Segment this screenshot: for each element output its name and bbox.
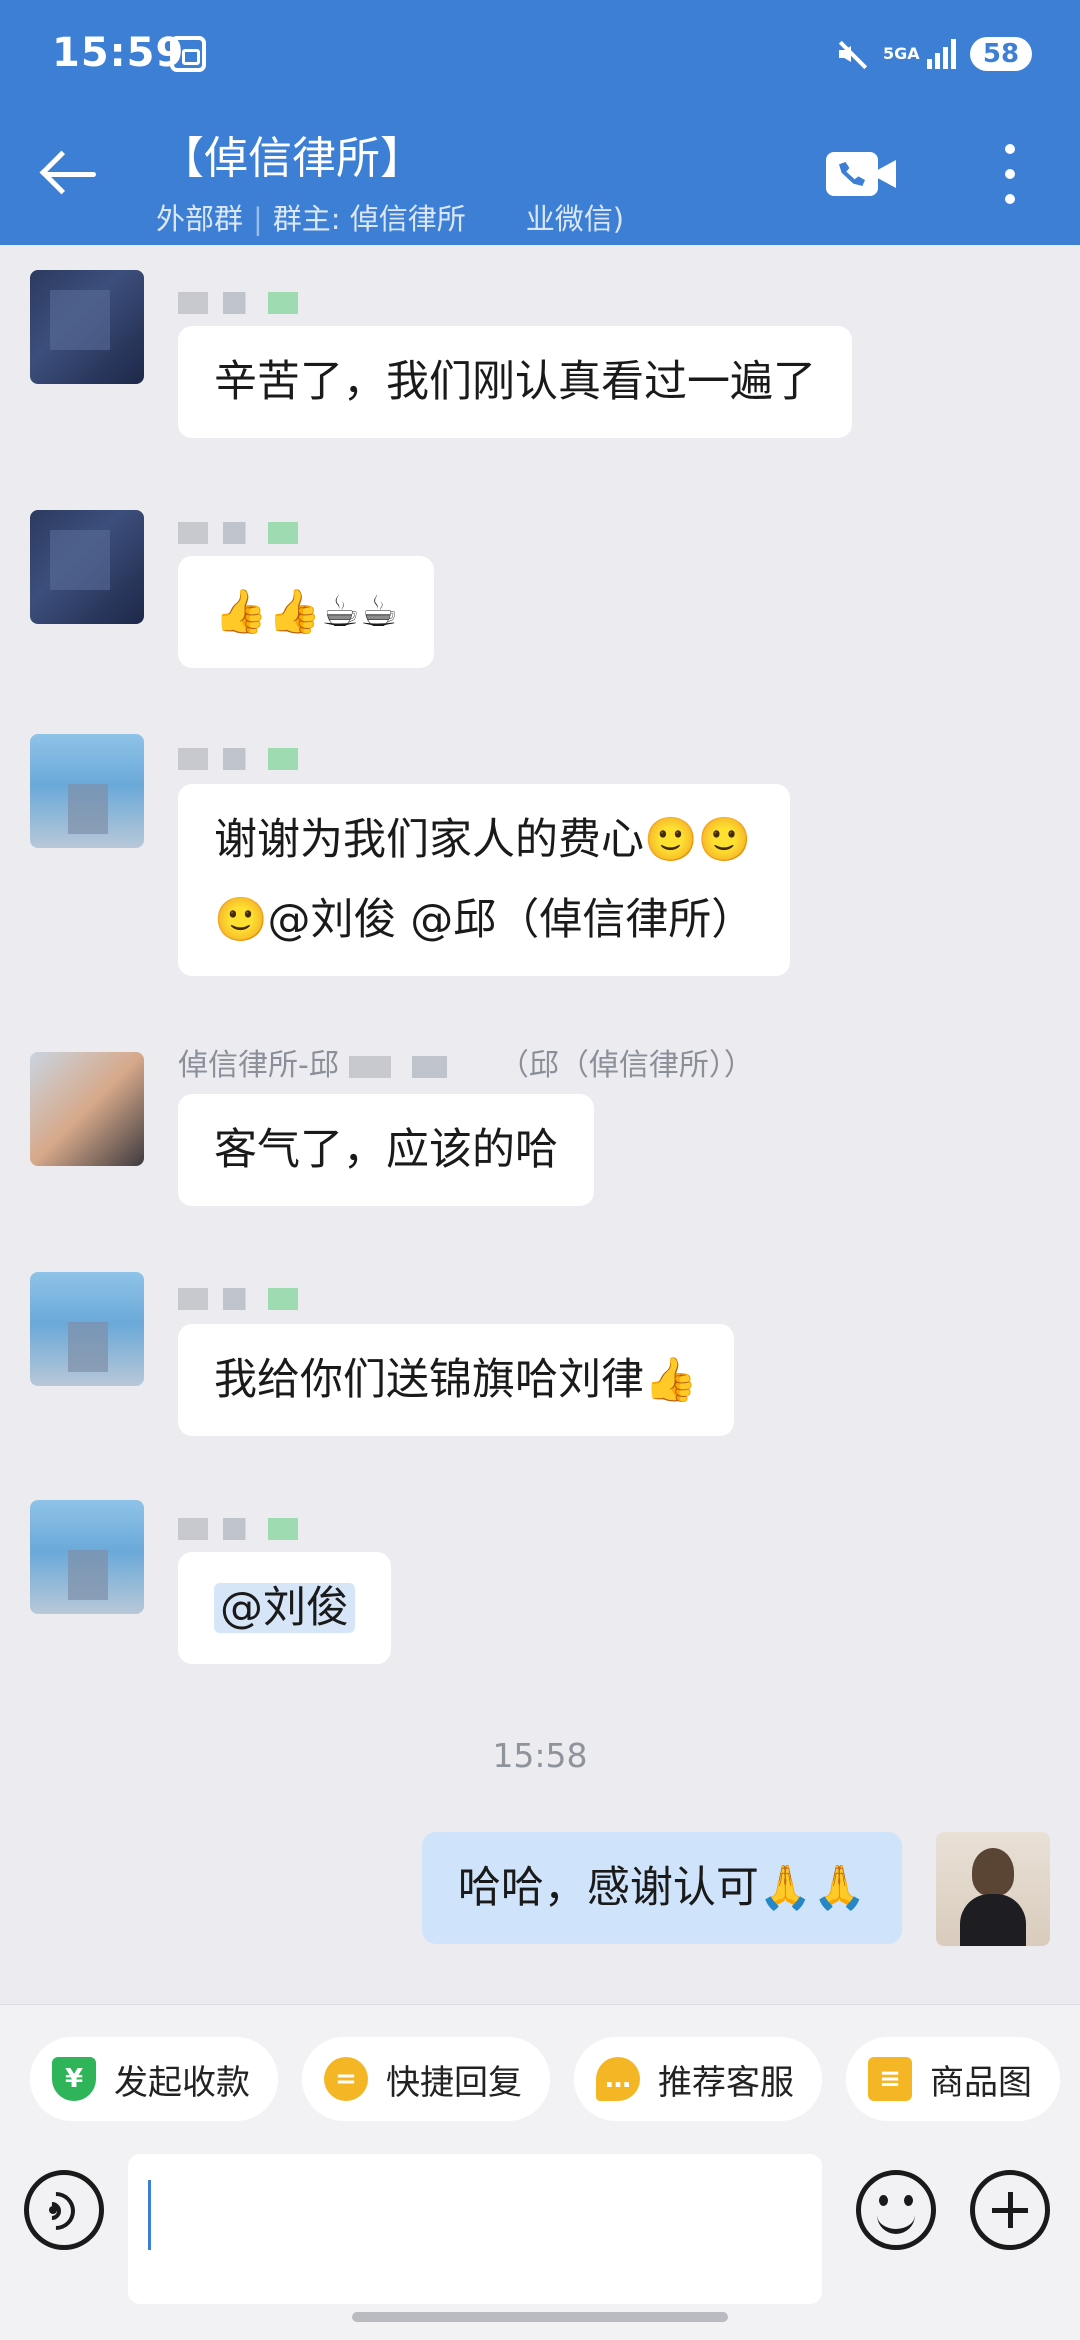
sender-name: 倬信律所-邱 （邱（倬信律所））: [178, 1048, 754, 1083]
quick-action-collect-payment[interactable]: ¥ 发起收款: [30, 2037, 278, 2121]
message-bubble[interactable]: @刘俊: [178, 1552, 391, 1664]
message-bubble[interactable]: 辛苦了，我们刚认真看过一遍了: [178, 326, 852, 438]
message-bubble[interactable]: 我给你们送锦旗哈刘律👍: [178, 1324, 734, 1436]
goods-icon: ≡: [868, 2057, 912, 2101]
quick-actions: ¥ 发起收款 = 快捷回复 … 推荐客服 ≡ 商品图: [30, 2037, 1060, 2121]
quick-action-label: 推荐客服: [658, 2062, 794, 2103]
signal-icon: [927, 39, 956, 69]
mute-icon: [835, 37, 869, 71]
message-bubble[interactable]: 👍👍☕☕: [178, 556, 435, 668]
avatar[interactable]: [30, 510, 144, 624]
voice-input-icon[interactable]: [24, 2170, 104, 2250]
quick-action-label: 商品图: [930, 2062, 1032, 2103]
yen-icon: ¥: [52, 2057, 96, 2101]
battery-indicator: 58: [970, 37, 1032, 71]
quick-action-quick-reply[interactable]: = 快捷回复: [302, 2037, 550, 2121]
quick-action-label: 发起收款: [114, 2062, 250, 2103]
avatar[interactable]: [30, 270, 144, 384]
avatar[interactable]: [30, 1272, 144, 1386]
sender-name: [178, 1280, 328, 1315]
status-bar: 15:59 5GA 58: [0, 0, 1080, 110]
message-line: 🙂@刘俊 @邱（倬信律所）: [214, 895, 755, 945]
quick-action-label: 快捷回复: [386, 2062, 522, 2103]
my-message-bubble[interactable]: 哈哈，感谢认可🙏🙏: [421, 1832, 902, 1944]
group-owner-suffix: 业微信): [525, 202, 625, 236]
avatar[interactable]: [30, 1052, 144, 1166]
network-type: 5GA: [883, 44, 920, 63]
sender-name: [178, 514, 328, 549]
status-time: 15:59: [52, 30, 185, 76]
text-cursor: [148, 2180, 151, 2250]
message-input[interactable]: [128, 2154, 822, 2304]
message-line: 谢谢为我们家人的费心🙂🙂: [214, 815, 752, 865]
group-type-label: 外部群: [156, 202, 244, 236]
my-avatar[interactable]: [936, 1832, 1050, 1946]
time-separator: 15:58: [492, 1736, 588, 1775]
back-arrow-icon[interactable]: [40, 150, 100, 200]
more-options-icon[interactable]: [1000, 144, 1020, 204]
quick-reply-icon: =: [324, 2057, 368, 2101]
chat-title: 【倬信律所】: [160, 133, 424, 184]
emoji-icon[interactable]: [856, 2170, 936, 2250]
avatar[interactable]: [30, 1500, 144, 1614]
sender-name: [178, 1510, 328, 1545]
service-icon: …: [596, 2057, 640, 2101]
add-more-icon[interactable]: [970, 2170, 1050, 2250]
quick-action-goods[interactable]: ≡ 商品图: [846, 2037, 1060, 2121]
group-owner-label: 群主: 倬信律所: [272, 202, 466, 236]
chat-header: 15:59 5GA 58 【倬信律所】 外部群 | 群主: 倬信律所 业微信): [0, 0, 1080, 245]
chat-subtitle: 外部群 | 群主: 倬信律所 业微信): [156, 202, 625, 236]
quick-action-recommend-service[interactable]: … 推荐客服: [574, 2037, 822, 2121]
sender-name: [178, 284, 328, 319]
avatar[interactable]: [30, 734, 144, 848]
screenshot-icon: [170, 36, 206, 72]
message-bubble[interactable]: 谢谢为我们家人的费心🙂🙂 🙂@刘俊 @邱（倬信律所）: [178, 784, 791, 976]
message-bubble[interactable]: 客气了，应该的哈: [178, 1094, 594, 1206]
mention-tag[interactable]: @刘俊: [214, 1583, 355, 1633]
sender-name: [178, 740, 328, 775]
video-call-icon[interactable]: [826, 152, 896, 196]
home-indicator[interactable]: [352, 2312, 728, 2322]
